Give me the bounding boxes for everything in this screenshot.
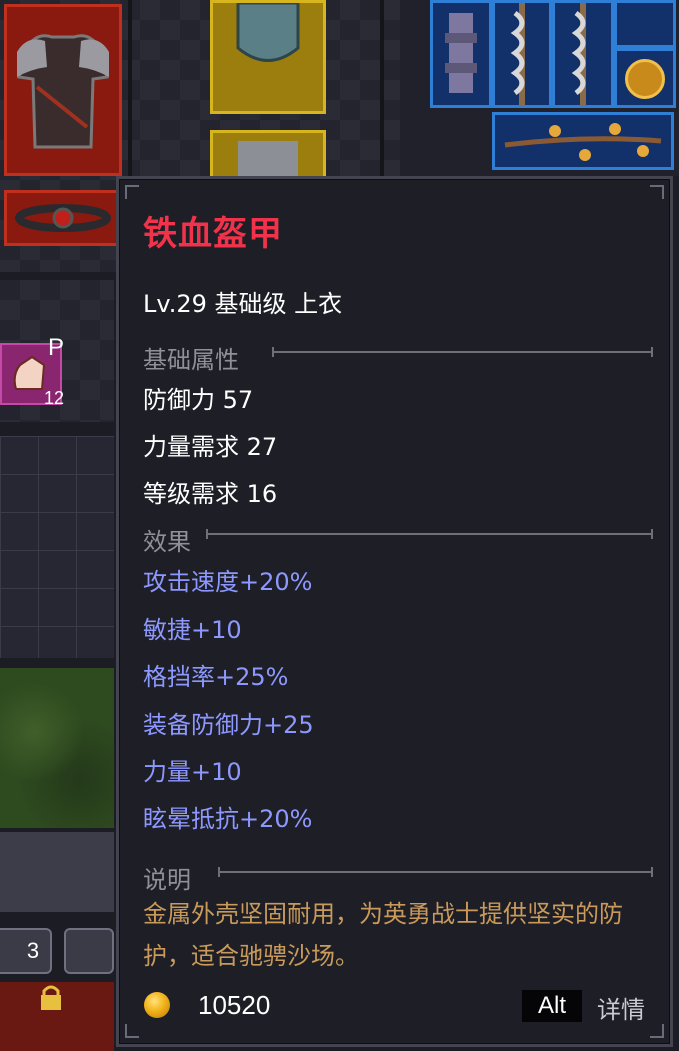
armor-slot[interactable] [4, 4, 122, 176]
gold-coin-icon [625, 59, 665, 99]
skill-level: 12 [44, 388, 65, 408]
gauntlet-slot[interactable] [210, 130, 326, 181]
effect-line: 眩晕抵抗+20% [143, 805, 313, 833]
bottom-bar [0, 832, 114, 912]
belt-slot[interactable] [4, 190, 122, 246]
item-price: 10520 [198, 990, 271, 1020]
belt-icon [15, 204, 111, 232]
branch-icon [504, 123, 662, 161]
hotkey-count: 3 [26, 938, 40, 963]
item-description: 金属外壳坚固耐用，为英勇战士提供坚实的防护，适合驰骋沙场。 [143, 900, 623, 970]
corner-ornament [125, 1024, 139, 1038]
base-stat: 防御力 57 [143, 386, 254, 414]
staff-icon [571, 3, 586, 105]
item-info: Lv.29 基础级 上衣 [143, 290, 343, 318]
effect-line: 攻击速度+20% [143, 568, 313, 596]
base-stat: 等级需求 16 [143, 480, 278, 508]
details-label: 详情 [597, 996, 645, 1024]
gold-coin-icon [144, 992, 170, 1018]
bag-slot[interactable] [492, 112, 674, 170]
inventory-grid [0, 436, 114, 658]
gauntlet-icon [238, 141, 298, 181]
section-rule [218, 867, 653, 877]
item-name: 铁血盔甲 [143, 214, 283, 254]
effect-line: 敏捷+10 [143, 616, 242, 644]
shoulder-guard-icon [236, 1, 300, 62]
lock-icon [41, 985, 61, 1010]
totem-icon [445, 13, 477, 93]
corner-ornament [650, 1024, 664, 1038]
skill-hotkey: P [48, 334, 65, 361]
bag-slot[interactable] [614, 0, 676, 48]
bag-slot[interactable] [430, 0, 492, 108]
staff-icon [510, 3, 525, 105]
section-rule [206, 529, 653, 539]
alt-key-hint[interactable]: Alt [522, 990, 582, 1022]
hotkey-button[interactable] [64, 928, 114, 974]
bag-slot[interactable] [552, 0, 614, 108]
corner-ornament [650, 185, 664, 199]
corner-ornament [125, 185, 139, 199]
effect-line: 力量+10 [143, 758, 242, 786]
world-view [0, 668, 114, 828]
armor-icon [17, 34, 109, 149]
base-section-header: 基础属性 [143, 346, 239, 374]
desc-section-header: 说明 [143, 866, 191, 894]
shoulder-slot[interactable] [210, 0, 326, 114]
effect-line: 格挡率+25% [143, 663, 289, 691]
effect-section-header: 效果 [143, 528, 191, 556]
hotkey-button[interactable]: 3 [0, 928, 52, 974]
effect-line: 装备防御力+25 [143, 711, 314, 739]
base-stat: 力量需求 27 [143, 433, 278, 461]
bag-slot[interactable] [614, 48, 676, 108]
section-rule [272, 347, 653, 357]
bag-slot[interactable] [492, 0, 552, 108]
